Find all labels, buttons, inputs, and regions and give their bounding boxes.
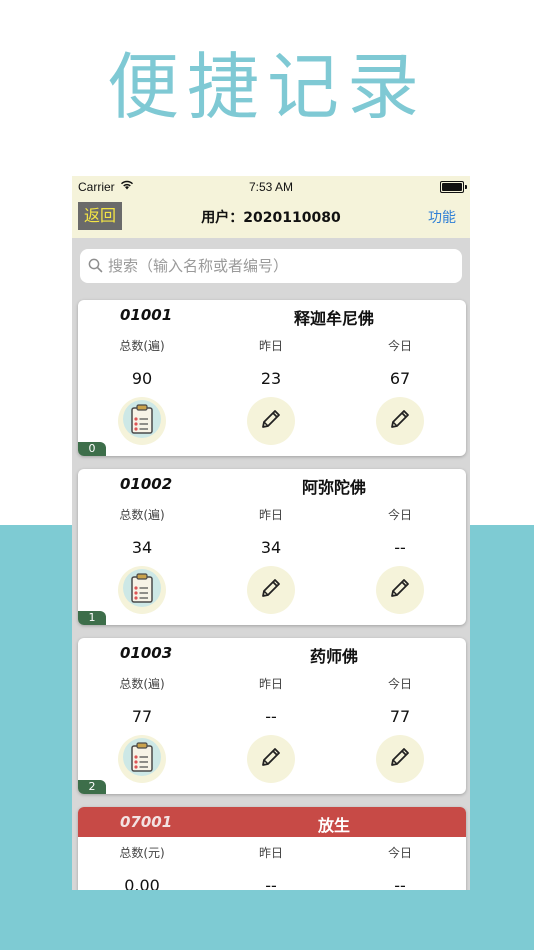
total-label: 总数(遍) bbox=[119, 339, 165, 353]
yesterday-value: 23 bbox=[260, 369, 282, 388]
today-label: 今日 bbox=[387, 508, 412, 522]
yesterday-value: -- bbox=[265, 707, 277, 726]
card-name: 药师佛 bbox=[309, 647, 358, 666]
card-code: 07001 bbox=[120, 813, 173, 831]
index-badge: 2 bbox=[78, 780, 106, 794]
status-bar: Carrier 7:53 AM bbox=[72, 176, 470, 198]
clipboard-icon bbox=[122, 737, 162, 781]
today-label: 今日 bbox=[387, 846, 412, 860]
total-value: 34 bbox=[131, 538, 153, 557]
today-value: 77 bbox=[389, 707, 411, 726]
record-card[interactable]: 01002 阿弥陀佛 总数(遍) 昨日 今日 34 34 -- 1 bbox=[78, 469, 466, 625]
yesterday-label: 昨日 bbox=[258, 339, 283, 353]
record-card[interactable]: 07001 放生 总数(元) 昨日 今日 0.00 -- -- bbox=[78, 807, 466, 890]
pencil-icon bbox=[259, 745, 283, 773]
pencil-icon bbox=[388, 745, 412, 773]
pencil-icon bbox=[388, 576, 412, 604]
record-card[interactable]: 01003 药师佛 总数(遍) 昨日 今日 77 -- 77 2 bbox=[78, 638, 466, 794]
record-list: 01001 释迦牟尼佛 总数(遍) 昨日 今日 90 23 67 0 01002… bbox=[72, 298, 470, 890]
total-value: 90 bbox=[131, 369, 153, 388]
edit-today-button[interactable] bbox=[376, 735, 424, 783]
edit-today-button[interactable] bbox=[376, 397, 424, 445]
card-code: 01003 bbox=[120, 644, 173, 662]
card-code: 01002 bbox=[120, 475, 173, 493]
yesterday-label: 昨日 bbox=[258, 846, 283, 860]
today-value: 67 bbox=[389, 369, 411, 388]
search-bar bbox=[72, 238, 470, 298]
edit-today-button[interactable] bbox=[376, 566, 424, 614]
total-label: 总数(遍) bbox=[119, 677, 165, 691]
index-badge: 0 bbox=[78, 442, 106, 456]
total-value: 0.00 bbox=[124, 876, 160, 890]
clipboard-button[interactable] bbox=[118, 566, 166, 614]
today-value: -- bbox=[394, 538, 406, 557]
edit-yesterday-button[interactable] bbox=[247, 735, 295, 783]
yesterday-value: -- bbox=[265, 876, 277, 890]
nav-bar: 返回 用户：2020110080 功能 bbox=[72, 198, 470, 238]
search-input[interactable] bbox=[108, 249, 448, 283]
record-card[interactable]: 01001 释迦牟尼佛 总数(遍) 昨日 今日 90 23 67 0 bbox=[78, 300, 466, 456]
pencil-icon bbox=[259, 576, 283, 604]
yesterday-label: 昨日 bbox=[258, 677, 283, 691]
today-label: 今日 bbox=[387, 677, 412, 691]
edit-yesterday-button[interactable] bbox=[247, 566, 295, 614]
page-title: 用户：2020110080 bbox=[201, 210, 341, 226]
edit-yesterday-button[interactable] bbox=[247, 397, 295, 445]
card-name: 放生 bbox=[317, 816, 350, 835]
clipboard-icon bbox=[122, 568, 162, 612]
total-value: 77 bbox=[131, 707, 153, 726]
yesterday-value: 34 bbox=[260, 538, 282, 557]
total-label: 总数(元) bbox=[119, 846, 165, 860]
card-header: 01003 药师佛 bbox=[78, 638, 466, 668]
phone-screen: Carrier 7:53 AM 返回 用户：2020110080 功能 0100… bbox=[72, 176, 470, 890]
hero-title: 便捷记录 bbox=[106, 45, 427, 129]
search-icon bbox=[88, 258, 103, 277]
card-name: 释迦牟尼佛 bbox=[293, 309, 374, 328]
battery-icon bbox=[440, 181, 467, 193]
today-value: -- bbox=[394, 876, 406, 890]
card-name: 阿弥陀佛 bbox=[301, 478, 366, 497]
card-header: 01001 释迦牟尼佛 bbox=[78, 300, 466, 330]
function-button[interactable]: 功能 bbox=[428, 207, 456, 227]
clipboard-icon bbox=[122, 399, 162, 443]
clipboard-button[interactable] bbox=[118, 735, 166, 783]
status-time: 7:53 AM bbox=[248, 180, 294, 194]
pencil-icon bbox=[259, 407, 283, 435]
search-box[interactable] bbox=[80, 249, 462, 283]
clipboard-button[interactable] bbox=[118, 397, 166, 445]
card-header: 01002 阿弥陀佛 bbox=[78, 469, 466, 499]
card-header: 07001 放生 bbox=[78, 807, 466, 837]
yesterday-label: 昨日 bbox=[258, 508, 283, 522]
index-badge: 1 bbox=[78, 611, 106, 625]
pencil-icon bbox=[388, 407, 412, 435]
total-label: 总数(遍) bbox=[119, 508, 165, 522]
today-label: 今日 bbox=[387, 339, 412, 353]
card-code: 01001 bbox=[120, 306, 173, 324]
